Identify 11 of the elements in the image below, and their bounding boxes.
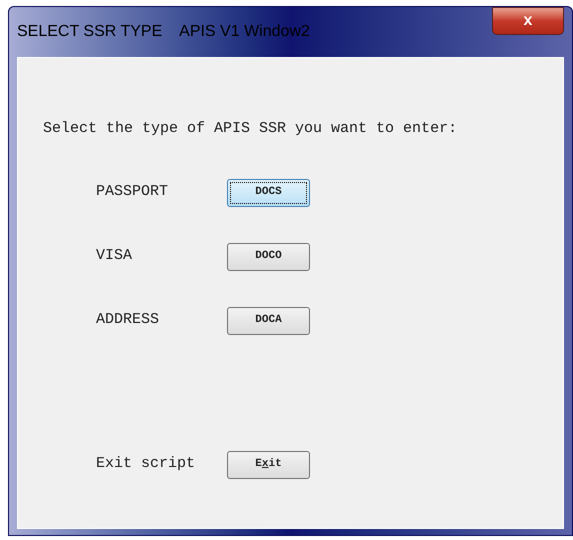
option-button[interactable]: DOCA: [227, 306, 310, 334]
prompt-text: Select the type of APIS SSR you want to enter:: [43, 119, 458, 139]
option-label: PASSPORT: [96, 182, 170, 202]
option-label: ADDRESS: [96, 310, 160, 330]
exit-label: Exit script: [96, 454, 196, 474]
option-button[interactable]: DOCO: [227, 242, 310, 270]
option-label: VISA: [96, 246, 134, 266]
option-button[interactable]: DOCS: [227, 178, 310, 206]
window-title: SELECT SSR TYPE APIS V1 Window2: [17, 22, 310, 42]
exit-button[interactable]: Exit: [227, 450, 310, 478]
close-button[interactable]: x: [492, 7, 564, 35]
